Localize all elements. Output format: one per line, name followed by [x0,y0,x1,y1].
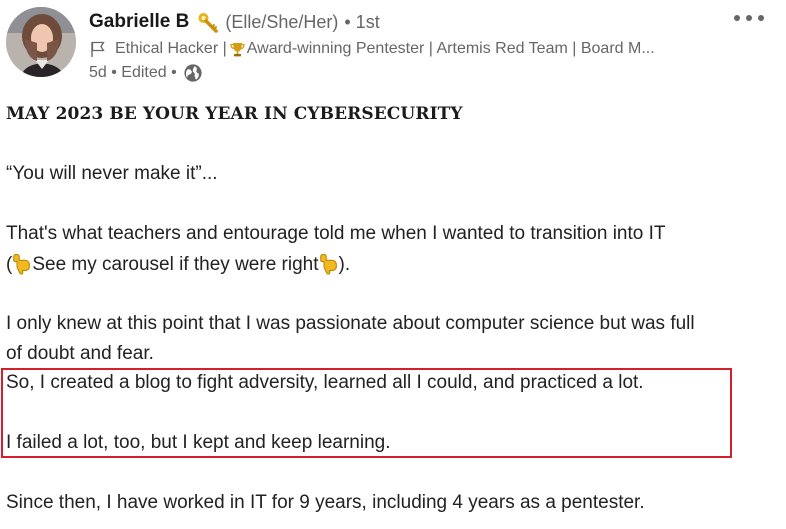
carousel-prompt: See my carousel if they were right [32,254,319,275]
post-header: Gabrielle B (Elle/She/Her) • 1st Ethical [89,9,709,84]
pointing-down-icon [12,253,32,275]
flag-icon [89,40,107,58]
post-line-7: I failed a lot, too, but I kept and keep… [6,432,391,453]
headline-suffix: Award-winning Pentester | Artemis Red Te… [246,40,655,57]
globe-icon [183,63,203,83]
trophy-icon [229,41,246,58]
more-options-button[interactable] [732,9,766,27]
post-line-6: So, I created a blog to fight adversity,… [6,372,644,393]
post-title: MAY 2023 BE YOUR YEAR IN CYBERSECURITY [6,104,463,124]
author-pronouns: (Elle/She/Her) [225,12,339,32]
author-row: Gabrielle B (Elle/She/Her) • 1st [89,9,709,35]
connection-degree: • 1st [344,12,380,32]
key-icon [197,11,219,33]
post-line-2: That's what teachers and entourage told … [6,223,666,244]
post-age-status: 5d • Edited • [89,64,177,81]
post-meta: 5d • Edited • [89,62,709,84]
profile-photo [6,7,76,77]
post-line-1: “You will never make it”... [6,163,218,184]
avatar[interactable] [6,7,76,77]
ellipsis-icon-dot-2 [746,15,752,21]
post-line-4: I only knew at this point that I was pas… [6,313,695,334]
pointing-down-icon [319,253,339,275]
author-name[interactable]: Gabrielle B [89,9,189,35]
author-headline[interactable]: Ethical Hacker | Award-winning Pentester… [89,38,709,60]
paren-close: ). [338,254,351,275]
ellipsis-icon-dot-1 [734,15,740,21]
post-line-3: (See my carousel if they were right). [6,250,350,279]
post-line-8: Since then, I have worked in IT for 9 ye… [6,492,645,513]
post-line-5: of doubt and fear. [6,343,154,364]
headline-prefix: Ethical Hacker | [115,40,227,57]
feed-post: Gabrielle B (Elle/She/Her) • 1st Ethical [0,0,786,529]
ellipsis-icon-dot-3 [758,15,764,21]
